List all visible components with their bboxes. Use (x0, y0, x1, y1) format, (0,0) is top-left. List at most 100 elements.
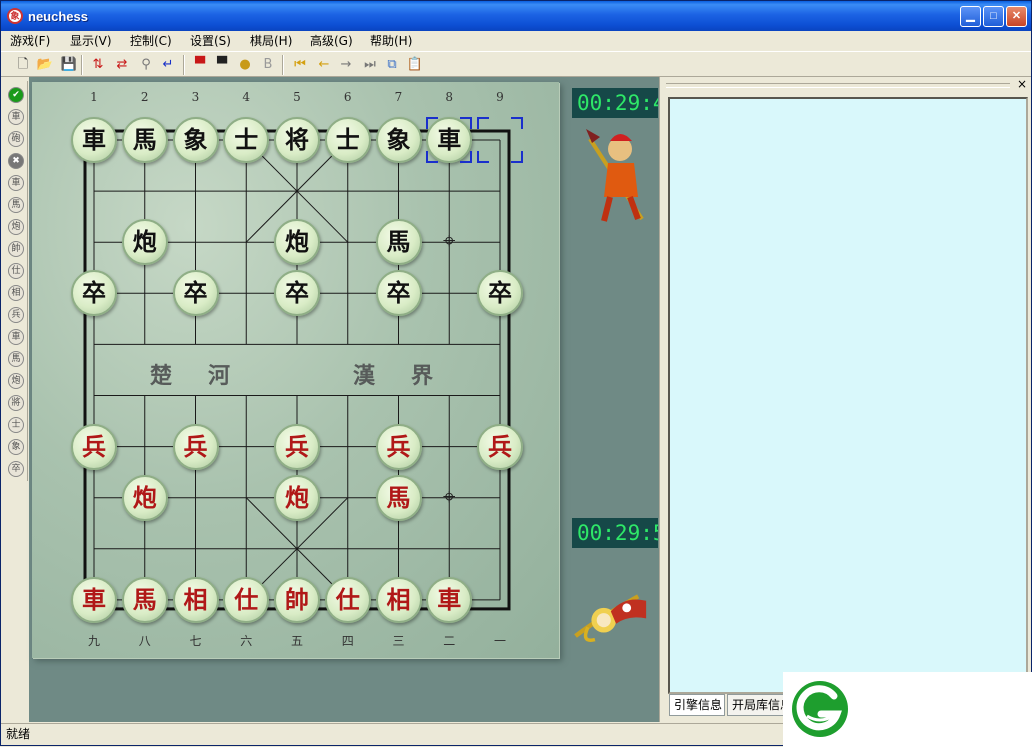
file-label-bottom: 八 (138, 634, 151, 648)
file-label-top: 9 (496, 90, 504, 104)
black-piece[interactable]: 馬 (121, 117, 168, 163)
bold-b-icon[interactable]: B (258, 55, 278, 74)
palette-item-13[interactable]: 炮 (8, 373, 24, 389)
black-piece[interactable]: 炮 (274, 219, 320, 266)
palette-item-3[interactable]: ✖ (8, 153, 24, 169)
flip-board-icon[interactable]: ⇅ (88, 55, 108, 74)
red-piece[interactable]: 馬 (121, 576, 168, 623)
red-piece[interactable]: 兵 (477, 423, 523, 470)
prev-move-icon[interactable]: ← (314, 55, 334, 74)
enter-move-icon[interactable]: ↵ (158, 55, 178, 74)
maximize-button[interactable]: □ (983, 6, 1004, 27)
app-icon[interactable]: 象 (7, 8, 23, 24)
menu-help[interactable]: 帮助(H) (370, 33, 412, 49)
black-piece[interactable]: 卒 (477, 270, 523, 317)
black-piece[interactable]: 象 (172, 117, 219, 163)
red-piece[interactable]: 炮 (121, 474, 168, 521)
first-move-icon[interactable]: ⏮ (290, 55, 310, 74)
palette-item-11[interactable]: 車 (8, 329, 24, 345)
red-piece[interactable]: 仕 (324, 576, 371, 623)
toolbar: 🗋 📂 💾 ⇅ ⇄ ⚲ ↵ ▀ ▀ ● B ⏮ ← → ⏭ ⧉ 📋 (1, 51, 1031, 77)
file-label-top: 5 (293, 90, 301, 104)
red-monitor-icon[interactable]: ▀ (190, 55, 210, 74)
palette-item-5[interactable]: 馬 (8, 197, 24, 213)
palette-item-9[interactable]: 相 (8, 285, 24, 301)
panel-close-button[interactable]: × (1017, 77, 1027, 91)
file-label-bottom: 一 (493, 634, 506, 648)
engine-info-output[interactable] (668, 97, 1028, 694)
palette-item-4[interactable]: 車 (8, 175, 24, 191)
red-piece[interactable]: 車 (71, 576, 117, 623)
menu-control[interactable]: 控制(C) (130, 33, 172, 49)
hint-icon[interactable]: ⚲ (136, 55, 156, 74)
black-piece[interactable]: 車 (71, 117, 117, 163)
toolbar-separator (81, 55, 83, 75)
river-char-chu: 楚 (150, 363, 175, 389)
close-button[interactable]: ✕ (1006, 6, 1027, 27)
black-piece[interactable]: 卒 (172, 270, 219, 317)
new-file-icon[interactable]: 🗋 (13, 55, 33, 74)
last-move-icon[interactable]: ⏭ (360, 55, 380, 74)
red-piece[interactable]: 兵 (172, 423, 219, 470)
status-text: 就绪 (6, 727, 31, 741)
black-monitor-icon[interactable]: ▀ (212, 55, 232, 74)
chess-board[interactable]: 楚河 漢界 123456789九八七六五四三二一 ⌖ ⌖ 車馬象士将士象車炮炮馬卒卒… (32, 82, 559, 658)
file-label-top: 1 (90, 90, 98, 104)
red-piece[interactable]: 兵 (274, 423, 320, 470)
menu-view[interactable]: 显示(V) (70, 33, 112, 49)
palette-item-6[interactable]: 炮 (8, 219, 24, 235)
menu-advanced[interactable]: 高级(G) (310, 33, 353, 49)
palette-item-8[interactable]: 仕 (8, 263, 24, 279)
black-piece[interactable]: 象 (375, 117, 422, 163)
menu-game[interactable]: 游戏(F) (10, 33, 50, 49)
ball-icon[interactable]: ● (235, 55, 255, 74)
black-piece[interactable]: 卒 (375, 270, 422, 317)
red-piece[interactable]: 仕 (223, 576, 270, 623)
palette-item-2[interactable]: 砲 (8, 131, 24, 147)
application-window: 象 neuchess ▁ □ ✕ 游戏(F) 显示(V) 控制(C) 设置(S)… (0, 0, 1032, 747)
black-piece[interactable]: 馬 (375, 219, 422, 266)
palette-item-0[interactable]: ✔ (8, 87, 24, 103)
palette-item-17[interactable]: 卒 (8, 461, 24, 477)
next-move-icon[interactable]: → (336, 55, 356, 74)
menu-settings[interactable]: 设置(S) (190, 33, 231, 49)
toolbar-separator (183, 55, 185, 75)
red-piece[interactable]: 帥 (274, 576, 320, 623)
black-piece[interactable]: 将 (274, 117, 320, 163)
palette-item-16[interactable]: 象 (8, 439, 24, 455)
palette-item-10[interactable]: 兵 (8, 307, 24, 323)
black-piece[interactable]: 卒 (274, 270, 320, 317)
red-piece[interactable]: 相 (375, 576, 422, 623)
black-piece[interactable]: 士 (324, 117, 371, 163)
red-piece[interactable]: 炮 (274, 474, 320, 521)
black-piece[interactable]: 卒 (71, 270, 117, 317)
palette-item-7[interactable]: 帥 (8, 241, 24, 257)
selection-bracket (477, 151, 489, 163)
palette-item-14[interactable]: 將 (8, 395, 24, 411)
file-label-bottom: 五 (290, 634, 303, 648)
black-piece[interactable]: 炮 (121, 219, 168, 266)
open-folder-icon[interactable]: 📂 (35, 55, 55, 74)
paste-icon[interactable]: 📋 (405, 55, 425, 74)
top-player-avatar-icon (586, 129, 644, 222)
black-piece[interactable]: 士 (223, 117, 270, 163)
palette-item-12[interactable]: 馬 (8, 351, 24, 367)
menu-position[interactable]: 棋局(H) (250, 33, 292, 49)
red-piece[interactable]: 馬 (375, 474, 422, 521)
file-label-top: 7 (394, 90, 403, 104)
palette-item-1[interactable]: 車 (8, 109, 24, 125)
save-icon[interactable]: 💾 (59, 55, 79, 74)
tab-engine-info[interactable]: 引擎信息 (669, 694, 725, 716)
title-bar[interactable]: 象 neuchess ▁ □ ✕ (1, 1, 1031, 31)
piece-palette: ✔ 車砲 ✖ 車馬炮帥仕相兵車馬炮將士象卒 (4, 81, 28, 481)
red-piece[interactable]: 兵 (375, 423, 422, 470)
red-piece[interactable]: 車 (426, 576, 473, 623)
minimize-button[interactable]: ▁ (960, 6, 981, 27)
copy-icon[interactable]: ⧉ (382, 55, 402, 74)
swap-sides-icon[interactable]: ⇄ (112, 55, 132, 74)
red-piece[interactable]: 兵 (71, 423, 117, 470)
red-piece[interactable]: 相 (172, 576, 219, 623)
panel-grip[interactable] (666, 83, 1010, 88)
file-label-bottom: 六 (240, 634, 253, 648)
palette-item-15[interactable]: 士 (8, 417, 24, 433)
